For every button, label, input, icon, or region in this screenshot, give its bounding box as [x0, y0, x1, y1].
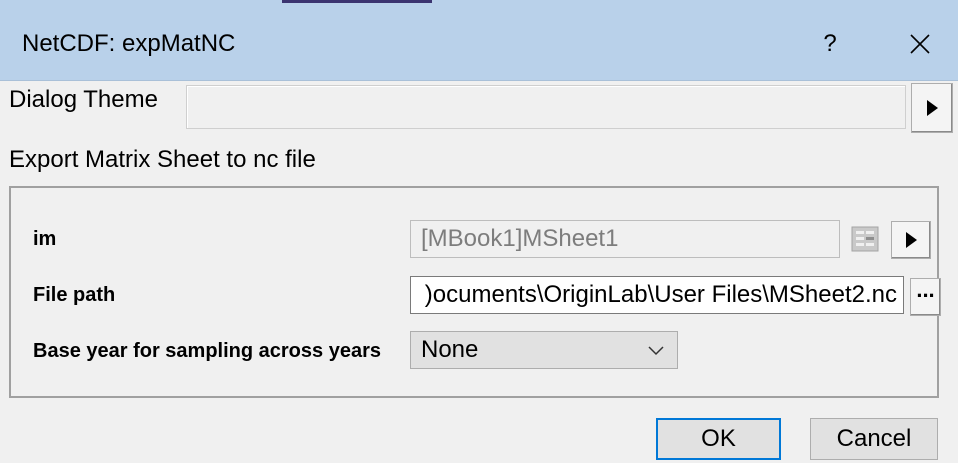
close-button[interactable]	[900, 24, 940, 64]
file-path-browse-button[interactable]: ...	[910, 278, 941, 316]
dialog-theme-field[interactable]	[186, 85, 906, 129]
title-bar[interactable]: NetCDF: expMatNC ?	[0, 6, 958, 81]
dialog-description: Export Matrix Sheet to nc file	[9, 146, 316, 173]
dialog-theme-menu-button[interactable]	[911, 83, 953, 133]
sheet-browse-icon	[851, 226, 879, 252]
ok-button[interactable]: OK	[656, 418, 781, 460]
window-title: NetCDF: expMatNC	[22, 30, 236, 57]
file-path-label: File path	[33, 284, 116, 306]
im-input[interactable]: [MBook1]MSheet1	[410, 220, 840, 258]
sheet-browse-button[interactable]	[848, 221, 884, 257]
im-menu-button[interactable]	[891, 221, 931, 259]
cancel-button[interactable]: Cancel	[810, 418, 938, 460]
base-year-select[interactable]: None	[410, 331, 678, 369]
background-window-edge	[282, 0, 432, 3]
base-year-value: None	[421, 336, 479, 363]
base-year-label: Base year for sampling across years	[33, 340, 381, 362]
help-button[interactable]: ?	[810, 24, 850, 64]
triangle-right-icon	[906, 232, 917, 248]
im-label: im	[33, 228, 57, 250]
dialog-theme-label: Dialog Theme	[9, 86, 158, 113]
file-path-input[interactable]: )ocuments\OriginLab\User Files\MSheet2.n…	[410, 276, 904, 314]
triangle-right-icon	[927, 100, 938, 116]
close-icon	[910, 34, 930, 54]
chevron-down-icon	[648, 346, 664, 356]
